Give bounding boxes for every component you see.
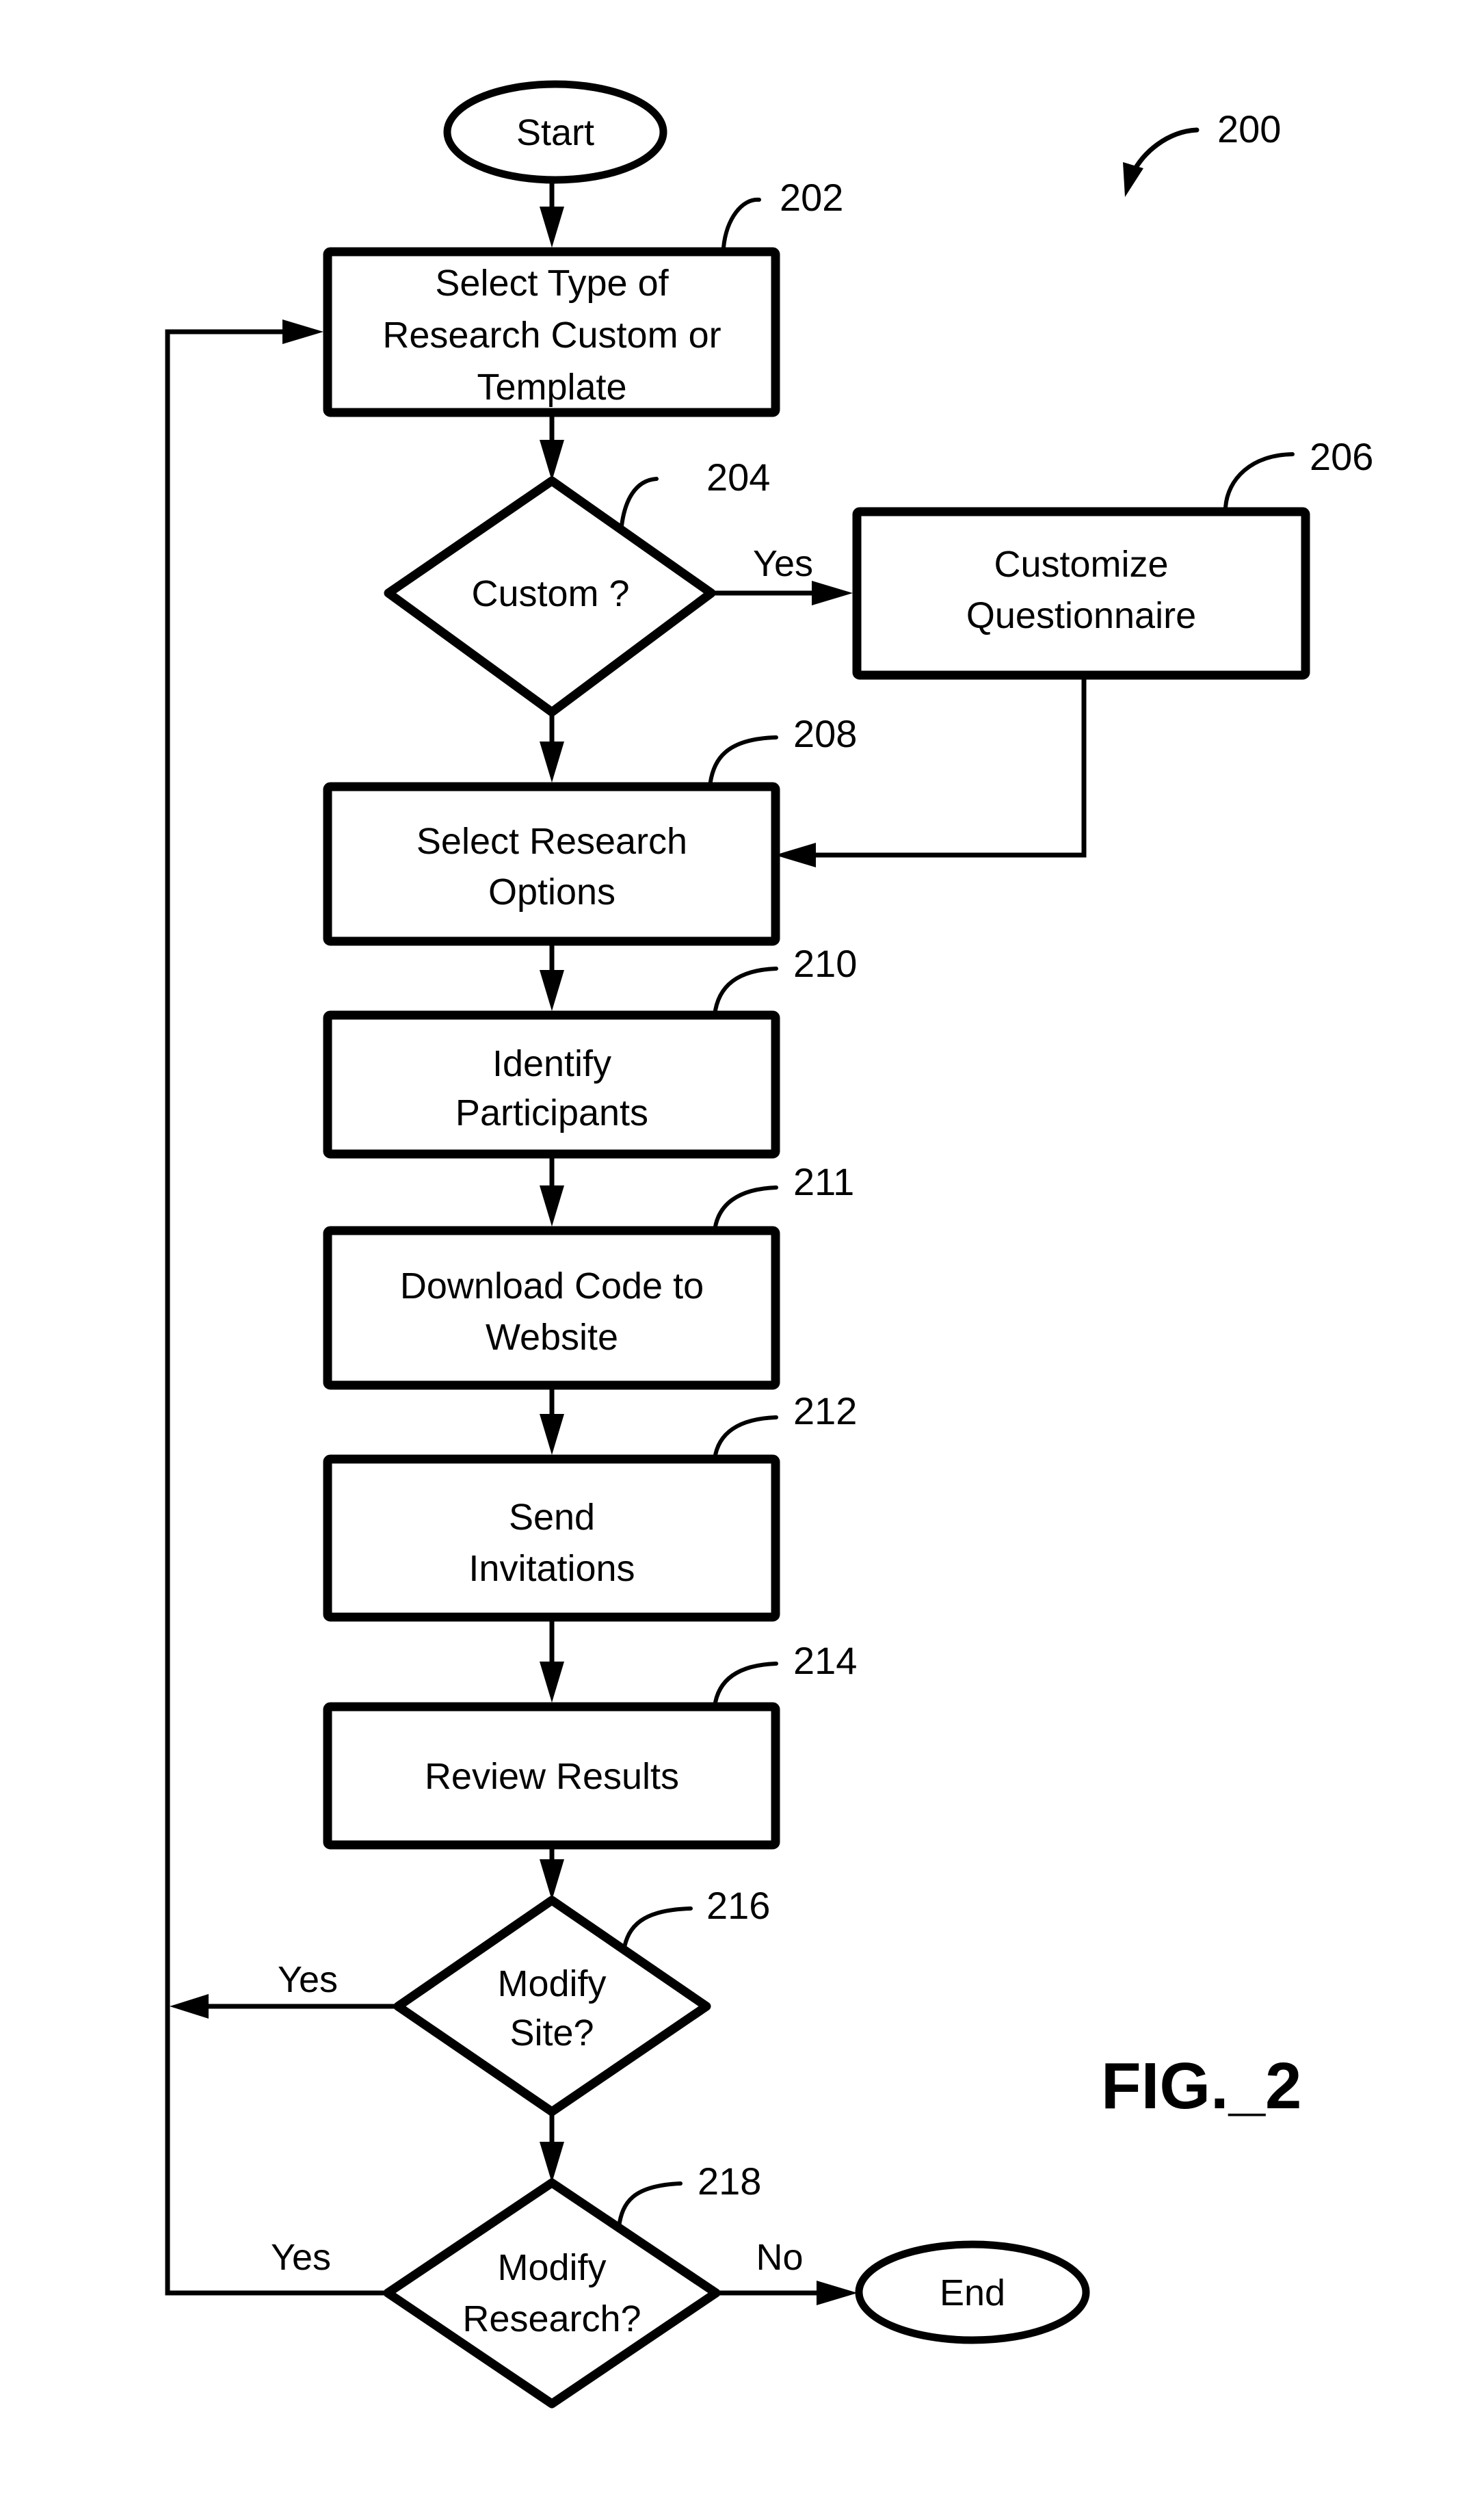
ref-218: 218	[698, 2160, 761, 2203]
ref-214: 214	[793, 1639, 857, 1682]
arrowhead-200	[1123, 162, 1143, 197]
node-204-line-1: Custom ?	[471, 573, 629, 614]
node-end: End	[855, 2240, 1090, 2344]
node-211-line-2: Website	[486, 1317, 618, 1358]
node-214-review-results: Review Results	[323, 1702, 780, 1850]
figure-label: FIG._2	[1101, 2049, 1301, 2123]
leader-218	[617, 2181, 683, 2229]
leader-210	[713, 967, 778, 1017]
arrowhead-218-to-end	[817, 2281, 858, 2305]
leader-202	[721, 197, 761, 250]
arrowhead-216-to-218	[540, 2142, 564, 2183]
ref-211: 211	[793, 1160, 854, 1203]
node-202-select-type: Select Type of Research Custom or Templa…	[323, 247, 780, 417]
arrowhead-feedback-to-202	[282, 319, 323, 344]
process-box-212	[323, 1454, 780, 1622]
node-start: Start	[443, 80, 667, 184]
decision-diamond-218	[383, 2178, 721, 2409]
node-216-line-2: Site?	[509, 2012, 594, 2054]
leader-208	[708, 735, 778, 789]
arrowhead-212-to-214	[540, 1662, 564, 1703]
flowchart-diagram: Yes Yes Yes No Start Select Type of Rese…	[165, 80, 1373, 2409]
node-208-line-2: Options	[488, 871, 615, 913]
ref-200: 200	[1217, 107, 1281, 150]
leader-212	[713, 1415, 778, 1461]
node-210-line-1: Identify	[492, 1043, 611, 1084]
node-210-line-2: Participants	[455, 1092, 648, 1133]
leader-211	[713, 1185, 778, 1233]
node-218-modify-research-decision: Modify Research?	[383, 2178, 721, 2409]
leader-204	[619, 477, 659, 534]
start-label: Start	[516, 112, 594, 153]
arrowhead-211-to-212	[540, 1414, 564, 1455]
node-204-custom-decision: Custom ?	[384, 476, 716, 717]
arrowhead-216-yes	[170, 1994, 209, 2019]
leader-206	[1223, 452, 1295, 510]
node-216-line-1: Modify	[497, 1963, 606, 2004]
arrowhead-208-to-210	[540, 970, 564, 1011]
node-202-line-3: Template	[477, 367, 626, 408]
process-box-206	[852, 507, 1310, 680]
ref-216: 216	[706, 1884, 770, 1927]
edge-206-to-208	[807, 679, 1087, 858]
node-206-line-1: Customize	[994, 544, 1168, 585]
ref-212: 212	[793, 1389, 857, 1432]
arrowhead-206-to-208	[775, 843, 816, 867]
leader-216	[622, 1906, 693, 1953]
arrowhead-204-to-206	[812, 581, 853, 605]
node-206-customize-questionnaire: Customize Questionnaire	[852, 507, 1310, 680]
end-label: End	[940, 2272, 1005, 2313]
node-218-line-2: Research?	[462, 2298, 641, 2339]
ref-206: 206	[1310, 435, 1373, 478]
node-202-line-1: Select Type of	[435, 263, 669, 304]
arrowhead-start-to-202	[540, 207, 564, 248]
edge-label-216-yes: Yes	[278, 1959, 338, 2000]
node-214-line-1: Review Results	[425, 1756, 679, 1797]
reference-numerals: 202 204 206 208 210 211 212 214 216 218 …	[617, 107, 1373, 2229]
node-208-line-1: Select Research	[416, 821, 687, 862]
node-206-line-2: Questionnaire	[966, 595, 1196, 636]
arrowhead-204-to-208	[540, 742, 564, 783]
ref-202: 202	[780, 176, 843, 219]
ref-204: 204	[706, 456, 770, 499]
edge-label-218-no: No	[756, 2237, 803, 2278]
node-218-line-1: Modify	[497, 2247, 606, 2288]
leader-214	[713, 1662, 778, 1709]
arrowhead-210-to-211	[540, 1185, 564, 1227]
process-box-211	[323, 1226, 780, 1390]
node-208-select-research-options: Select Research Options	[323, 782, 780, 946]
node-216-modify-site-decision: Modify Site?	[393, 1896, 711, 2116]
ref-208: 208	[793, 712, 857, 755]
node-212-line-1: Send	[509, 1497, 595, 1538]
arrowhead-214-to-216	[540, 1859, 564, 1900]
node-211-line-1: Download Code to	[400, 1265, 704, 1307]
edge-label-218-yes: Yes	[271, 2237, 331, 2278]
node-212-line-2: Invitations	[468, 1548, 635, 1589]
decision-diamond-216	[393, 1896, 711, 2116]
node-212-send-invitations: Send Invitations	[323, 1454, 780, 1622]
node-211-download-code: Download Code to Website	[323, 1226, 780, 1390]
node-202-line-2: Research Custom or	[382, 315, 721, 356]
ref-210: 210	[793, 942, 857, 985]
process-box-208	[323, 782, 780, 946]
arrowhead-202-to-204	[540, 440, 564, 481]
node-210-identify-participants: Identify Participants	[323, 1010, 780, 1159]
edge-label-204-yes: Yes	[753, 543, 813, 584]
